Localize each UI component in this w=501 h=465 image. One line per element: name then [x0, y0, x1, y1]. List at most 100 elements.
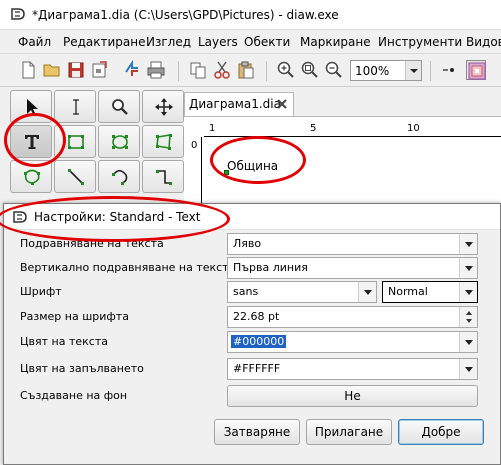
diagram-canvas[interactable]: 1 5 10 0 Община	[184, 116, 501, 227]
zoom-level-combo[interactable]: 100%	[350, 60, 422, 81]
save-icon[interactable]	[66, 60, 86, 80]
tool-box[interactable]	[54, 125, 96, 158]
chevron-down-icon[interactable]	[459, 258, 477, 278]
property-label: Вертикално подравняване на текста	[20, 261, 236, 274]
font-style-value: Normal	[388, 285, 428, 298]
ok-button[interactable]: Добре	[398, 419, 484, 445]
text-color-combo[interactable]: #000000	[227, 331, 478, 353]
ruler-label: 0	[191, 140, 198, 151]
property-row-background: Създаване на фон Не	[20, 385, 480, 409]
move-arrows-icon	[155, 98, 173, 116]
tools-palette	[10, 90, 184, 210]
menu-select[interactable]: Маркиране	[300, 35, 371, 49]
tool-arc[interactable]	[98, 160, 140, 193]
tool-zigzag[interactable]	[142, 160, 184, 193]
close-button[interactable]: Затваряне	[214, 419, 300, 445]
new-file-icon[interactable]	[18, 60, 38, 80]
background-toggle[interactable]: Не	[227, 385, 478, 407]
property-row-fill-color: Цвят на запълването #FFFFFF	[20, 358, 480, 382]
zoom-level-value: 100%	[355, 64, 390, 78]
arc-icon	[112, 169, 128, 185]
chevron-down-icon[interactable]	[405, 61, 421, 80]
menu-bar: Файл Редактиране Изглед Layers Обекти Ма…	[0, 30, 501, 54]
open-file-icon[interactable]	[42, 60, 62, 80]
text-color-value: #000000	[231, 335, 287, 348]
menu-file[interactable]: Файл	[18, 35, 51, 49]
grid-icon[interactable]	[466, 60, 486, 80]
tool-line[interactable]	[54, 160, 96, 193]
tool-beziergon[interactable]	[10, 160, 52, 193]
property-label: Размер на шрифта	[20, 310, 129, 323]
property-label: Подравняване на текста	[20, 237, 164, 250]
alignment-combo[interactable]: Ляво	[227, 233, 478, 255]
property-label: Шрифт	[20, 285, 62, 298]
zoom-out-icon[interactable]	[324, 60, 344, 80]
menu-layers[interactable]: Layers	[198, 35, 238, 49]
tool-polygon[interactable]	[142, 125, 184, 158]
pointer-icon	[27, 99, 38, 116]
property-row-alignment: Подравняване на текста Ляво	[20, 233, 480, 257]
font-family-combo[interactable]: sans	[227, 281, 377, 303]
selection-handle[interactable]	[224, 170, 229, 175]
properties-dialog: Настройки: Standard - Text Подравняване …	[3, 203, 501, 465]
ruler-label: 5	[310, 123, 317, 134]
tool-scroll[interactable]	[142, 90, 184, 123]
property-row-text-color: Цвят на текста #000000	[20, 331, 480, 355]
tool-pointer[interactable]	[10, 90, 52, 123]
property-label: Цвят на запълването	[20, 362, 144, 375]
fill-color-value: #FFFFFF	[233, 362, 281, 375]
line-icon	[68, 169, 84, 185]
menu-edit[interactable]: Редактиране	[63, 35, 146, 49]
tool-text[interactable]	[10, 125, 52, 158]
tab-document[interactable]: Диаграма1.dia	[184, 92, 294, 116]
print-icon[interactable]	[122, 59, 142, 80]
title-bar: *Диаграма1.dia (C:\Users\GPD\Pictures) -…	[0, 0, 501, 30]
font-size-value: 22.68 pt	[233, 310, 280, 323]
menu-objects[interactable]: Обекти	[244, 35, 290, 49]
toolbar-separator	[430, 61, 431, 81]
chevron-down-icon[interactable]	[358, 282, 376, 302]
spinner-arrows-icon[interactable]	[459, 307, 477, 327]
apply-button[interactable]: Прилагане	[306, 419, 392, 445]
main-window: *Диаграма1.dia (C:\Users\GPD\Pictures) -…	[0, 0, 501, 465]
chevron-down-icon[interactable]	[459, 234, 477, 254]
dia-app-icon	[11, 8, 25, 20]
menu-sheets[interactable]: Видове	[466, 35, 501, 49]
export-icon[interactable]	[90, 60, 110, 80]
zoom-in-icon[interactable]	[276, 60, 296, 80]
tool-text-edit[interactable]	[54, 90, 96, 123]
dialog-title: Настройки: Standard - Text	[34, 210, 201, 224]
zoom-fit-icon[interactable]	[300, 60, 320, 80]
printer-icon[interactable]	[146, 60, 166, 80]
ruler-label: 10	[407, 123, 420, 134]
close-icon[interactable]	[275, 97, 289, 111]
copy-icon[interactable]	[188, 60, 208, 80]
fill-color-combo[interactable]: #FFFFFF	[227, 358, 478, 380]
menu-view[interactable]: Изглед	[146, 35, 191, 49]
beziergon-icon	[24, 169, 40, 185]
toolbar: 100%	[0, 55, 501, 87]
toolbar-separator	[266, 61, 267, 81]
paste-icon[interactable]	[236, 60, 256, 80]
font-size-spinner[interactable]: 22.68 pt	[227, 306, 478, 328]
font-style-combo[interactable]: Normal	[382, 281, 478, 303]
chevron-down-icon[interactable]	[459, 359, 477, 379]
tool-ellipse[interactable]	[98, 125, 140, 158]
chevron-down-icon[interactable]	[459, 332, 477, 352]
snap-grid-icon[interactable]	[440, 60, 460, 80]
window-title: *Диаграма1.dia (C:\Users\GPD\Pictures) -…	[32, 8, 339, 22]
text-cursor-icon	[73, 99, 79, 115]
tool-magnify[interactable]	[98, 90, 140, 123]
chevron-down-icon[interactable]	[459, 282, 477, 302]
cut-icon[interactable]	[212, 60, 232, 80]
canvas-text-object[interactable]: Община	[227, 159, 278, 173]
toolbar-separator	[178, 61, 179, 81]
ellipse-icon	[112, 135, 128, 149]
menu-tools[interactable]: Инструменти	[378, 35, 462, 49]
property-row-vertical-alignment: Вертикално подравняване на текста Първа …	[20, 257, 480, 281]
dialog-title-bar: Настройки: Standard - Text	[4, 204, 500, 230]
ruler-label: 1	[209, 123, 216, 134]
vertical-alignment-combo[interactable]: Първа линия	[227, 257, 478, 279]
box-icon	[68, 135, 84, 149]
polygon-icon	[156, 134, 172, 150]
